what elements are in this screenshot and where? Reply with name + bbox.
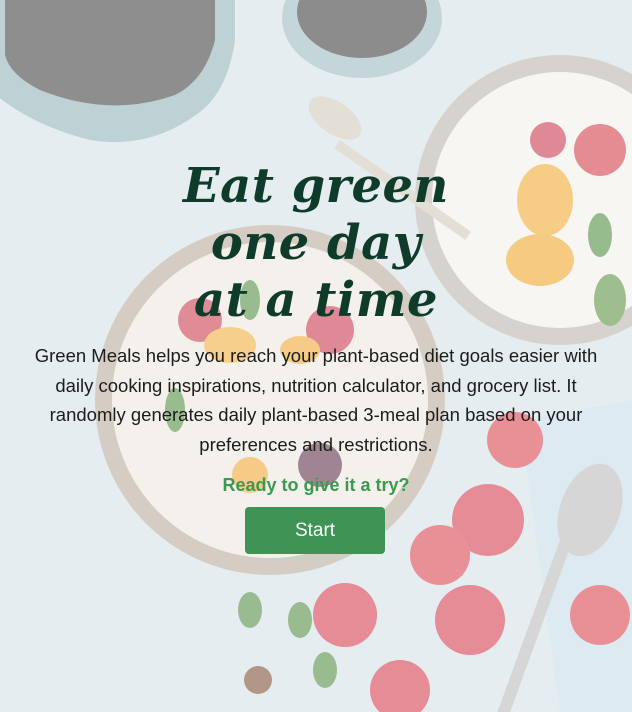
hero-content: Eat green one day at a time Green Meals … [0, 0, 632, 712]
description-line-1: Green Meals helps you reach your plant-b… [34, 345, 598, 366]
description-line-4: preferences and restrictions. [199, 433, 433, 455]
cta-prompt: Ready to give it a try? [222, 475, 410, 495]
headline-line-3: at a time [193, 272, 439, 328]
hero-section: Eat green one day at a time Green Meals … [0, 0, 632, 712]
description-line-2: daily cooking inspirations, nutrition ca… [55, 374, 577, 396]
start-button[interactable]: Start [245, 507, 385, 554]
headline-line-2: one day [210, 215, 422, 271]
headline-line-1: Eat green [183, 158, 449, 214]
description-line-3: randomly generates daily plant-based 3-m… [49, 404, 583, 425]
page-title: Eat green one day at a time [0, 158, 632, 329]
hero-description: Green Meals helps you reach your plant-b… [0, 341, 632, 459]
